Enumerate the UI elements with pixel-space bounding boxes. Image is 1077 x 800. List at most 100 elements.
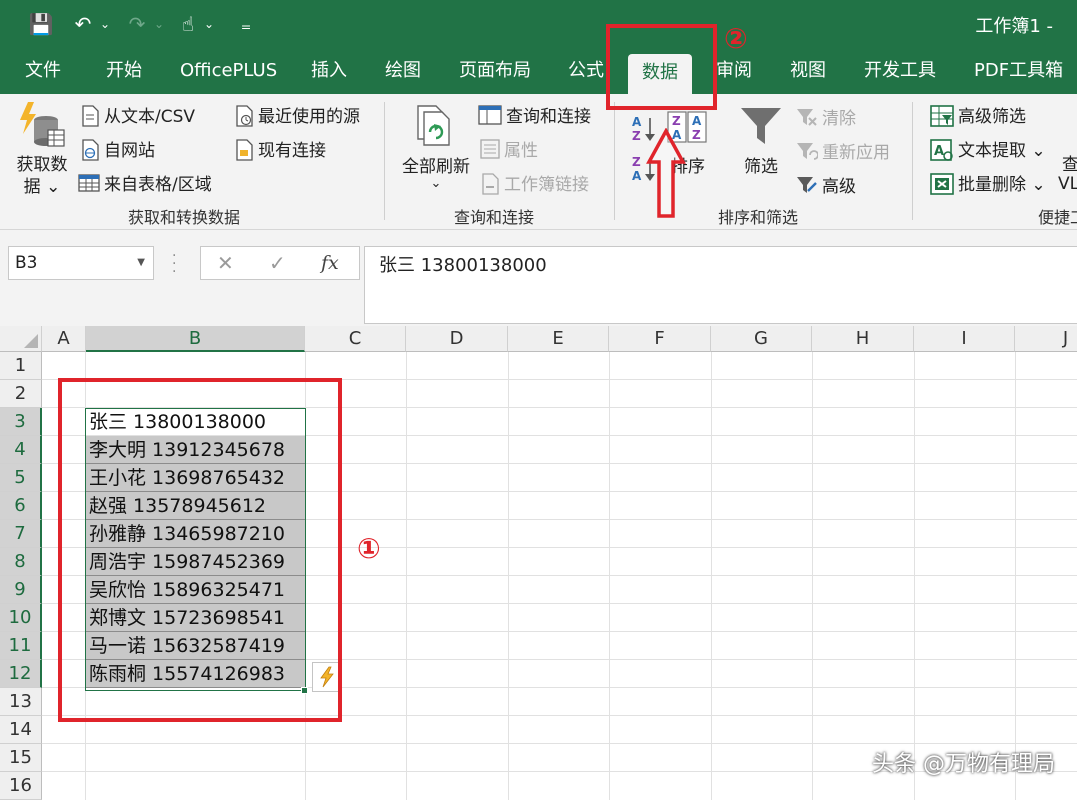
row-header-1[interactable]: 1 bbox=[0, 352, 42, 380]
formula-input[interactable]: 张三 13800138000 bbox=[364, 246, 1077, 324]
tab-draw[interactable]: 绘图 bbox=[385, 48, 421, 94]
cell-b5[interactable]: 王小花 13698765432 bbox=[86, 464, 305, 492]
advanced-filter-icon bbox=[796, 175, 818, 195]
filter-button[interactable]: 筛选 bbox=[736, 104, 786, 184]
insert-function-icon[interactable]: fx bbox=[321, 247, 339, 279]
from-table-range-label: 来自表格/区域 bbox=[104, 175, 212, 195]
filter-label: 筛选 bbox=[744, 157, 778, 177]
text-extract-button[interactable]: A 文本提取 ⌄ bbox=[930, 136, 1046, 161]
reapply-button: 重新应用 bbox=[796, 138, 890, 163]
column-header-h[interactable]: H bbox=[812, 326, 914, 352]
cell-b10[interactable]: 郑博文 15723698541 bbox=[86, 604, 305, 632]
formula-bar-resize-handle[interactable]: · · · bbox=[172, 249, 176, 279]
group-separator bbox=[384, 102, 385, 220]
enter-icon[interactable]: ✓ bbox=[269, 247, 286, 279]
existing-connections-button[interactable]: 现有连接 bbox=[234, 136, 326, 161]
refresh-all-dropdown-icon[interactable]: ⌄ bbox=[396, 176, 476, 191]
cell-b6[interactable]: 赵强 13578945612 bbox=[86, 492, 305, 520]
column-header-d[interactable]: D bbox=[406, 326, 508, 352]
vlookup-partial-label[interactable]: VL bbox=[1058, 174, 1077, 194]
select-all-corner[interactable] bbox=[0, 326, 42, 352]
row-header-10[interactable]: 10 bbox=[0, 604, 42, 632]
row-header-5[interactable]: 5 bbox=[0, 464, 42, 492]
from-web-button[interactable]: 自网站 bbox=[80, 136, 155, 161]
flash-fill-options-button[interactable] bbox=[312, 662, 342, 692]
cell-b12[interactable]: 陈雨桐 15574126983 bbox=[86, 660, 305, 688]
tab-officeplus[interactable]: OfficePLUS bbox=[180, 48, 277, 94]
tab-data[interactable]: 数据 bbox=[628, 54, 692, 94]
column-header-i[interactable]: I bbox=[914, 326, 1015, 352]
row-header-8[interactable]: 8 bbox=[0, 548, 42, 576]
touch-mode-dropdown-icon[interactable]: ⌄ bbox=[200, 8, 216, 40]
row-header-6[interactable]: 6 bbox=[0, 492, 42, 520]
column-header-e[interactable]: E bbox=[508, 326, 609, 352]
name-box-value: B3 bbox=[15, 253, 38, 273]
queries-connections-button[interactable]: 查询和连接 bbox=[478, 102, 591, 127]
cell-b11[interactable]: 马一诺 15632587419 bbox=[86, 632, 305, 660]
recent-sources-button[interactable]: 最近使用的源 bbox=[234, 102, 360, 127]
row-header-9[interactable]: 9 bbox=[0, 576, 42, 604]
row-header-4[interactable]: 4 bbox=[0, 436, 42, 464]
touch-mode-icon[interactable]: ☝ bbox=[176, 8, 200, 40]
tab-view[interactable]: 视图 bbox=[790, 48, 826, 94]
lookup-partial-label[interactable]: 查 bbox=[1062, 150, 1077, 175]
advanced-filter-tool-button[interactable]: 高级筛选 bbox=[930, 102, 1026, 127]
cell-b7[interactable]: 孙雅静 13465987210 bbox=[86, 520, 305, 548]
from-table-range-button[interactable]: 来自表格/区域 bbox=[78, 170, 212, 195]
row-header-12[interactable]: 12 bbox=[0, 660, 42, 688]
refresh-all-button[interactable]: 全部刷新 ⌄ bbox=[396, 102, 476, 202]
from-web-label: 自网站 bbox=[104, 141, 155, 161]
grid-line bbox=[42, 743, 1077, 744]
undo-dropdown-icon[interactable]: ⌄ bbox=[96, 8, 112, 40]
name-box[interactable]: B3 ▼ bbox=[8, 246, 154, 280]
column-header-a[interactable]: A bbox=[42, 326, 86, 352]
get-data-button[interactable]: 获取数 据 ⌄ bbox=[10, 100, 74, 200]
cell-b3[interactable]: 张三 13800138000 bbox=[86, 408, 305, 436]
column-header-b[interactable]: B bbox=[86, 326, 305, 352]
batch-delete-button[interactable]: 批量删除 ⌄ bbox=[930, 170, 1046, 195]
workbook-links-icon bbox=[480, 172, 500, 195]
cell-b4[interactable]: 李大明 13912345678 bbox=[86, 436, 305, 464]
worksheet[interactable]: A B C D E F G H I J 1 2 3 4 5 6 7 8 9 10… bbox=[0, 326, 1077, 800]
tab-file[interactable]: 文件 bbox=[25, 48, 61, 94]
tab-developer[interactable]: 开发工具 bbox=[864, 48, 936, 94]
row-header-16[interactable]: 16 bbox=[0, 772, 42, 800]
row-header-11[interactable]: 11 bbox=[0, 632, 42, 660]
reapply-icon bbox=[796, 141, 819, 161]
grid-line bbox=[305, 352, 306, 800]
fill-handle[interactable] bbox=[301, 687, 308, 694]
cell-b8[interactable]: 周浩宇 15987452369 bbox=[86, 548, 305, 576]
cell-b9[interactable]: 吴欣怡 15896325471 bbox=[86, 576, 305, 604]
existing-connections-icon bbox=[234, 138, 254, 161]
name-box-dropdown-icon[interactable]: ▼ bbox=[137, 247, 145, 279]
refresh-all-label: 全部刷新 bbox=[402, 157, 470, 177]
grid-line bbox=[42, 379, 1077, 380]
svg-text:A: A bbox=[632, 169, 642, 183]
customize-qat-icon[interactable]: ₌ bbox=[236, 8, 256, 40]
tab-home[interactable]: 开始 bbox=[106, 48, 142, 94]
from-text-csv-button[interactable]: 从文本/CSV bbox=[80, 102, 195, 127]
column-header-g[interactable]: G bbox=[711, 326, 812, 352]
column-header-c[interactable]: C bbox=[305, 326, 406, 352]
tab-formulas[interactable]: 公式 bbox=[568, 48, 604, 94]
row-header-3[interactable]: 3 bbox=[0, 408, 42, 436]
column-header-j[interactable]: J bbox=[1015, 326, 1077, 352]
row-header-13[interactable]: 13 bbox=[0, 688, 42, 716]
row-header-7[interactable]: 7 bbox=[0, 520, 42, 548]
tab-page-layout[interactable]: 页面布局 bbox=[459, 48, 531, 94]
save-icon[interactable]: 💾 bbox=[28, 8, 54, 40]
row-header-2[interactable]: 2 bbox=[0, 380, 42, 408]
tab-insert[interactable]: 插入 bbox=[311, 48, 347, 94]
cancel-icon[interactable]: ✕ bbox=[217, 247, 234, 279]
column-header-f[interactable]: F bbox=[609, 326, 711, 352]
undo-icon[interactable]: ↶ bbox=[70, 8, 96, 40]
text-extract-label: 文本提取 ⌄ bbox=[958, 141, 1046, 161]
sort-filter-group-label: 排序和筛选 bbox=[718, 208, 799, 227]
row-header-14[interactable]: 14 bbox=[0, 716, 42, 744]
tab-pdf-toolbox[interactable]: PDF工具箱 bbox=[974, 48, 1063, 94]
workbook-links-button: 工作簿链接 bbox=[480, 170, 589, 195]
grid-line bbox=[711, 352, 712, 800]
row-header-15[interactable]: 15 bbox=[0, 744, 42, 772]
text-file-icon bbox=[80, 104, 100, 127]
advanced-filter-button[interactable]: 高级 bbox=[796, 172, 856, 197]
